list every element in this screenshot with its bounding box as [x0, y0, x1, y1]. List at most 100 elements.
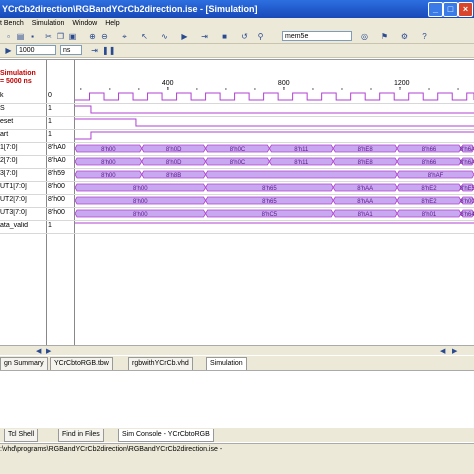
close-button[interactable]: × [458, 2, 473, 17]
run-icon[interactable]: ▶ [180, 32, 189, 41]
bus-segment [205, 170, 398, 179]
signal-value: 1 [48, 118, 52, 125]
signal-value: 8'h59 [48, 170, 65, 177]
clock-waveform [75, 92, 474, 101]
bus-value-label: 8'h00 [101, 147, 116, 153]
sim-time-input[interactable]: 1000 [16, 45, 56, 55]
restart-icon[interactable]: ↺ [240, 32, 249, 41]
horizontal-scrollbar[interactable]: ◀ ▶ ◀ ▶ [0, 345, 474, 355]
signal-name[interactable]: 1[7:0] [0, 144, 46, 151]
bus-value-label: 8'hAF [428, 173, 444, 179]
open-folder-icon[interactable]: ▤ [16, 32, 25, 41]
paste-icon[interactable]: ▣ [68, 32, 77, 41]
zoom-out-icon[interactable]: ⊖ [100, 32, 109, 41]
waveform-panel: Simulation = 5000 ns k Seset art 1[7:0] 2[7:… [0, 59, 474, 346]
signal-name[interactable]: UT3[7:0] [0, 209, 46, 216]
signal-name[interactable]: k [0, 92, 46, 99]
bus-value-label: 8'hE8 [358, 147, 374, 153]
tab-testbench[interactable]: YCrCbtoRGB.tbw [50, 357, 113, 370]
settings-icon[interactable]: ⚙ [400, 32, 409, 41]
tab-find-in-files[interactable]: Find in Files [58, 429, 104, 442]
stop-icon[interactable]: ■ [220, 32, 229, 41]
title-bar: YCrCb2direction\RGBandYCrCb2direction.is… [0, 0, 474, 18]
waveform-canvas[interactable]: 8'h00 8'h0D 8'h0C 8'h11 8'hE8 8'h66 8'h6A 8'h00… [75, 90, 474, 346]
menu-simulation[interactable]: Simulation [32, 20, 65, 27]
cursor-icon[interactable]: ↖ [140, 32, 149, 41]
signal-name[interactable]: art [0, 131, 46, 138]
sim-time-unit[interactable]: ns [60, 45, 82, 55]
bookmark-icon[interactable]: ⚑ [380, 32, 389, 41]
bus-value-label: 8'h00 [460, 199, 474, 205]
sim-run-icon[interactable]: ▶ [4, 46, 13, 55]
scroll-left-icon[interactable]: ◀ [36, 347, 41, 355]
signal-name[interactable]: UT1[7:0] [0, 183, 46, 190]
bus-value-label: 8'h00 [133, 186, 148, 192]
bus-value-label: 8'h00 [101, 173, 116, 179]
bus-value-label: 8'hAA [357, 199, 373, 205]
save-icon[interactable]: ▪ [28, 32, 37, 41]
bus-value-label: 8'h0D [166, 147, 182, 153]
bus-value-label: 8'h0C [230, 160, 246, 166]
signal-name[interactable]: UT2[7:0] [0, 196, 46, 203]
copy-icon[interactable]: ❐ [56, 32, 65, 41]
signal-value: 8'h00 [48, 183, 65, 190]
menu-bar: t Bench Simulation Window Help [0, 18, 474, 30]
signal-name[interactable]: ata_valid [0, 222, 46, 229]
sim-step-icon[interactable]: ⇥ [90, 46, 99, 55]
signal-name[interactable]: S [0, 105, 46, 112]
bus-value-label: 8'hE5 [460, 186, 474, 192]
maximize-button[interactable]: □ [443, 2, 458, 17]
scroll-right-end-icon-2[interactable]: ▶ [452, 347, 457, 355]
signal-search-combo[interactable]: mem5e [282, 31, 352, 41]
window-title: YCrCb2direction\RGBandYCrCb2direction.is… [2, 4, 258, 14]
menu-window[interactable]: Window [72, 20, 97, 27]
find-icon[interactable]: ⚲ [256, 32, 265, 41]
bus-value-label: 8'h65 [262, 186, 277, 192]
tab-vhd-source[interactable]: rgbwithYCrCb.vhd [128, 357, 193, 370]
sim-pause-icon[interactable]: ❚❚ [102, 46, 115, 55]
bus-value-label: 8'h11 [294, 147, 309, 153]
binoculars-icon[interactable]: ◎ [360, 32, 369, 41]
wave-icon[interactable]: ∿ [160, 32, 169, 41]
bit-waveform [75, 118, 474, 127]
signal-value: 0 [48, 92, 52, 99]
signal-value: 8'h00 [48, 196, 65, 203]
toolbar-sim: ▶ 1000 ns ⇥ ❚❚ [0, 44, 474, 58]
bus-value-label: 8'h6A [460, 160, 474, 166]
signal-value: 1 [48, 222, 52, 229]
bottom-tabs: Tcl Shell Find in Files Sim Console - YC… [0, 428, 474, 442]
tab-sim-console[interactable]: Sim Console - YCrCbtoRGB [118, 429, 214, 442]
simulation-header: Simulation = 5000 ns [0, 70, 46, 86]
new-file-icon[interactable]: ▫ [4, 32, 13, 41]
signal-value: 8'hA0 [48, 157, 66, 164]
bus-value-label: 8'hE2 [421, 199, 437, 205]
zoom-in-icon[interactable]: ⊕ [88, 32, 97, 41]
status-path: :\vhd\programs\RGBandYCrCb2direction\RGB… [0, 446, 223, 453]
scroll-right-end-icon[interactable]: ◀ [440, 347, 445, 355]
bus-value-label: 8'h64 [460, 212, 474, 218]
signal-value: 8'hA0 [48, 144, 66, 151]
cut-icon[interactable]: ✂ [44, 32, 53, 41]
console-panel[interactable] [0, 371, 474, 429]
scroll-right-icon[interactable]: ▶ [46, 347, 51, 355]
tab-design-summary[interactable]: gn Summary [0, 357, 48, 370]
menu-help[interactable]: Help [105, 20, 119, 27]
bus-value-label: 8'h00 [133, 212, 148, 218]
minimize-button[interactable]: _ [428, 2, 443, 17]
signal-value: 1 [48, 105, 52, 112]
menu-test-bench[interactable]: t Bench [0, 20, 24, 27]
signal-name[interactable]: 3[7:0] [0, 170, 46, 177]
signal-name[interactable]: 2[7:0] [0, 157, 46, 164]
tab-simulation[interactable]: Simulation [206, 357, 247, 370]
marker-icon[interactable]: ⌖ [120, 32, 129, 41]
signal-name[interactable]: eset [0, 118, 46, 125]
bus-value-label: 8'hE2 [421, 186, 437, 192]
bus-value-label: 8'h01 [422, 212, 437, 218]
bit-waveform [75, 131, 474, 140]
tab-tcl-shell[interactable]: Tcl Shell [4, 429, 39, 442]
bus-value-label: 8'hC5 [262, 212, 278, 218]
step-icon[interactable]: ⇥ [200, 32, 209, 41]
help-icon[interactable]: ? [420, 32, 429, 41]
bit-waveform [75, 105, 474, 114]
bus-value-label: 8'h00 [101, 160, 116, 166]
